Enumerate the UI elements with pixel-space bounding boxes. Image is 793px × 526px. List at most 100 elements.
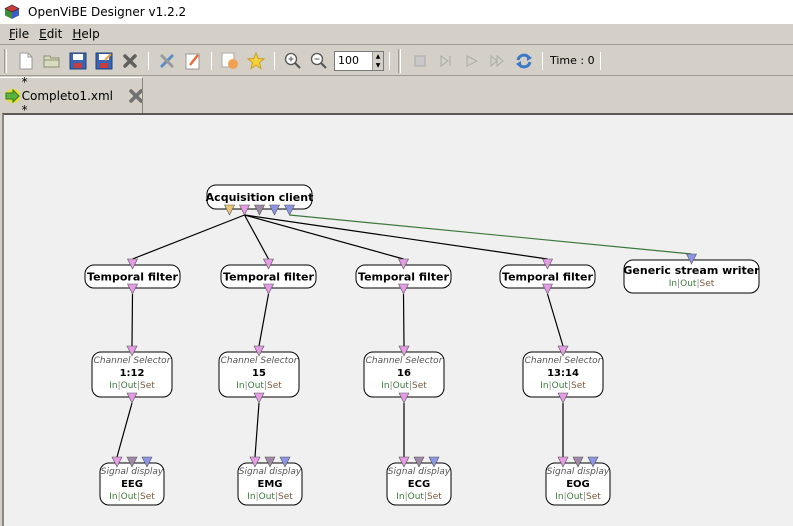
- close-button[interactable]: [119, 50, 141, 72]
- toolbar-separator: [389, 51, 390, 70]
- box-name: 16: [397, 368, 411, 379]
- box-cs4[interactable]: Channel Selector 13:14 In|Out|Set: [522, 345, 604, 404]
- stop-button[interactable]: [409, 50, 431, 72]
- hand-tool-button[interactable]: [219, 50, 241, 72]
- favorite-button[interactable]: [245, 50, 267, 72]
- box-tf3[interactable]: Temporal filter: [355, 258, 452, 295]
- zoom-in-icon: [284, 52, 301, 69]
- tab-completo1[interactable]: * Completo1.xml *: [0, 75, 143, 117]
- link-tf2-cs2[interactable]: [258, 293, 270, 347]
- menu-file[interactable]: File: [4, 27, 34, 41]
- output-port-stream[interactable]: [269, 204, 280, 216]
- link-tf3-cs3[interactable]: [402, 293, 405, 347]
- toolbar-grip[interactable]: [398, 48, 401, 73]
- box-name: 1:12: [120, 368, 145, 379]
- box-sd3[interactable]: Signal display ECG In|Out|Set: [386, 456, 452, 506]
- box-name: ECG: [408, 479, 430, 490]
- settings-button[interactable]: [156, 50, 178, 72]
- box-acq[interactable]: Acquisition client: [206, 184, 314, 216]
- box-io-labels: In|Out|Set: [109, 492, 155, 502]
- box-io-labels: In|Out|Set: [236, 381, 282, 391]
- spin-down-icon[interactable]: ▼: [373, 61, 383, 70]
- scenario-canvas[interactable]: Acquisition client Temporal filter Tempora…: [2, 113, 793, 526]
- link-tf4-cs4[interactable]: [546, 293, 564, 347]
- scenario-graph[interactable]: Acquisition client Temporal filter Tempora…: [4, 115, 793, 526]
- zoom-in-button[interactable]: [282, 50, 304, 72]
- link-cs2-sd2[interactable]: [254, 402, 260, 458]
- toolbar-separator: [599, 51, 601, 70]
- zoom-level-spinbox[interactable]: 100 ▲ ▼: [334, 50, 384, 71]
- box-cs3[interactable]: Channel Selector 16 In|Out|Set: [363, 345, 445, 404]
- output-port-signal[interactable]: [542, 283, 553, 295]
- box-title: Temporal filter: [87, 271, 178, 284]
- box-io-labels: In|Out|Set: [555, 492, 601, 502]
- save-button[interactable]: [67, 50, 89, 72]
- box-type: Channel Selector: [525, 356, 603, 366]
- box-tf2[interactable]: Temporal filter: [220, 258, 317, 295]
- output-port-signal[interactable]: [398, 283, 409, 295]
- tab-close-icon[interactable]: [128, 88, 142, 104]
- open-file-button[interactable]: [41, 50, 63, 72]
- new-file-button[interactable]: [15, 50, 37, 72]
- output-port-stream[interactable]: [284, 204, 295, 216]
- output-port-signal[interactable]: [253, 392, 265, 404]
- output-port-matrix[interactable]: [254, 204, 265, 216]
- star-icon: [247, 51, 265, 70]
- toolbar-separator: [542, 51, 543, 70]
- output-port-signal[interactable]: [398, 392, 410, 404]
- zoom-level-value[interactable]: 100: [335, 54, 372, 67]
- fast-forward-button[interactable]: [487, 50, 509, 72]
- link-acq-tf3[interactable]: [244, 214, 404, 260]
- link-acq-tf4[interactable]: [244, 214, 548, 260]
- time-display: Time : 0: [550, 54, 595, 67]
- box-type: Channel Selector: [221, 356, 299, 366]
- box-gsw[interactable]: Generic stream writer In|Out|Set: [623, 253, 760, 294]
- menu-bar: File Edit Help: [0, 24, 793, 45]
- menu-edit-rest: dit: [46, 27, 63, 41]
- zoom-out-button[interactable]: [308, 50, 330, 72]
- output-port-signal[interactable]: [263, 283, 274, 295]
- refresh-icon: [516, 53, 532, 68]
- box-title: Temporal filter: [358, 271, 449, 284]
- link-acq-tf1[interactable]: [132, 214, 245, 260]
- save-icon: [69, 52, 87, 69]
- tab-label: * Completo1.xml *: [21, 74, 114, 117]
- output-port-signal[interactable]: [126, 392, 138, 404]
- spin-up-icon[interactable]: ▲: [373, 52, 383, 61]
- refresh-button[interactable]: [513, 50, 535, 72]
- zoom-out-icon: [310, 52, 327, 69]
- menu-edit[interactable]: Edit: [34, 27, 67, 41]
- toolbar: 100 ▲ ▼ Time : 0: [0, 46, 793, 76]
- edit-scenario-button[interactable]: [182, 50, 204, 72]
- save-as-icon: [95, 52, 113, 69]
- toolbar-separator: [211, 51, 212, 70]
- box-sd4[interactable]: Signal display EOG In|Out|Set: [545, 456, 611, 506]
- box-tf1[interactable]: Temporal filter: [84, 258, 181, 295]
- box-cs1[interactable]: Channel Selector 1:12 In|Out|Set: [91, 345, 173, 404]
- box-tf4[interactable]: Temporal filter: [499, 258, 596, 295]
- box-sd1[interactable]: Signal display EEG In|Out|Set: [99, 456, 165, 506]
- box-io-labels: In|Out|Set: [540, 381, 586, 391]
- openvibe-cube-icon: [4, 4, 20, 19]
- step-icon: [440, 54, 451, 67]
- box-type: Channel Selector: [366, 356, 444, 366]
- link-tf1-cs1[interactable]: [131, 293, 134, 347]
- link-acq-tf2[interactable]: [243, 214, 270, 260]
- output-port-signal[interactable]: [127, 283, 138, 295]
- link-acq-gsw[interactable]: [289, 214, 692, 255]
- menu-help[interactable]: Help: [67, 27, 104, 41]
- box-cs2[interactable]: Channel Selector 15 In|Out|Set: [218, 345, 300, 404]
- box-title: Temporal filter: [502, 271, 593, 284]
- output-port-stimulation[interactable]: [224, 204, 235, 216]
- edit-pencil-icon: [185, 53, 200, 69]
- output-port-signal[interactable]: [557, 392, 569, 404]
- link-cs1-sd1[interactable]: [116, 402, 133, 458]
- step-button[interactable]: [435, 50, 457, 72]
- output-port-signal[interactable]: [239, 204, 250, 216]
- toolbar-grip[interactable]: [4, 48, 7, 73]
- save-as-button[interactable]: [93, 50, 115, 72]
- close-x-icon: [123, 53, 137, 68]
- box-type: Signal display: [388, 467, 451, 477]
- box-sd2[interactable]: Signal display EMG In|Out|Set: [237, 456, 303, 506]
- play-button[interactable]: [461, 50, 483, 72]
